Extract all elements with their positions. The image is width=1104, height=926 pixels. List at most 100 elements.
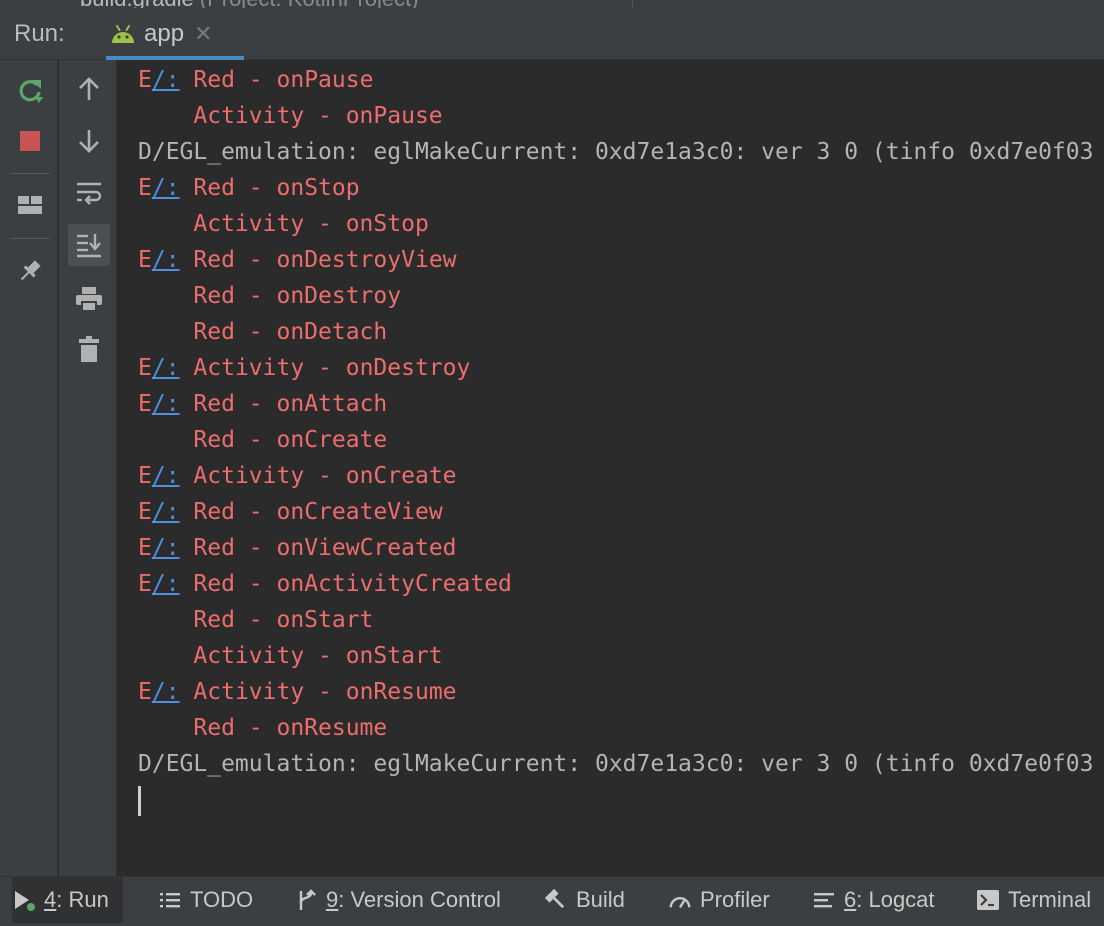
log-message: Red - onResume [193, 715, 388, 741]
log-level: E [138, 391, 152, 417]
tool-tab-terminal[interactable]: Terminal [976, 877, 1091, 923]
tool-tab-todo-label: TODO [190, 887, 254, 912]
stop-icon [20, 131, 40, 151]
list-icon [158, 888, 182, 912]
rerun-icon [19, 80, 43, 103]
run-tool-window: { "editor_tab": { "label": "build.gradle… [0, 0, 1104, 926]
tool-tab-logcat[interactable]: 6: Logcat [812, 877, 935, 923]
log-level: E [138, 463, 152, 489]
close-icon[interactable]: ✕ [194, 23, 212, 45]
console-line: E/: Activity - onResume [138, 674, 1093, 710]
pin-icon [20, 260, 41, 281]
console-line: E/: Red - onCreateView [138, 494, 1093, 530]
console-line: Activity - onStart [138, 638, 1093, 674]
hammer-icon [544, 888, 568, 912]
soft-wrap-icon [77, 182, 102, 205]
run-play-icon [12, 888, 36, 912]
log-message: Red - onDestroyView [193, 247, 457, 273]
divider [632, 0, 633, 8]
log-message: Red - onViewCreated [193, 535, 457, 561]
console-output[interactable]: E/: Red - onPause Activity - onPause D/EG… [118, 60, 1104, 876]
console-lines: E/: Red - onPause Activity - onPause D/EG… [138, 62, 1093, 782]
console-line: Red - onStart [138, 602, 1093, 638]
console-line: E/: Activity - onDestroy [138, 350, 1093, 386]
stop-button[interactable] [9, 120, 51, 162]
toolbar-separator [10, 238, 50, 239]
tool-tab-todo[interactable]: TODO [158, 877, 253, 923]
tool-tab-run-num: 4 [44, 887, 57, 912]
soft-wrap-button[interactable] [68, 172, 110, 214]
tool-window-bar: 4: Run TODO 9: Version Control Build Pro… [0, 876, 1104, 926]
print-button[interactable] [68, 278, 110, 320]
log-tag-link[interactable]: /: [152, 247, 180, 273]
log-message: Red - onDetach [193, 319, 388, 345]
console-line: D/EGL_emulation: eglMakeCurrent: 0xd7e1a… [138, 746, 1093, 782]
log-level: E [138, 175, 152, 201]
log-level: E [138, 499, 152, 525]
console-line: Red - onDetach [138, 314, 1093, 350]
pin-tab-button[interactable] [9, 250, 51, 292]
editor-tab-build-gradle[interactable]: build.gradle (Project: KotlinProject) [80, 0, 419, 8]
log-message: Activity - onResume [193, 679, 457, 705]
console-line: D/EGL_emulation: eglMakeCurrent: 0xd7e1a… [138, 134, 1093, 170]
log-tag-link[interactable]: /: [152, 463, 180, 489]
tool-tab-profiler[interactable]: Profiler [668, 877, 770, 923]
text-cursor [138, 786, 141, 816]
clear-all-button[interactable] [68, 328, 110, 370]
log-tag-link[interactable]: /: [152, 355, 180, 381]
log-level: E [138, 247, 152, 273]
tool-tab-build-label: Build [576, 887, 625, 912]
tool-tab-profiler-label: Profiler [700, 887, 770, 912]
run-header: Run: app ✕ [0, 8, 1104, 60]
tool-tab-vcs-num: 9 [326, 887, 339, 912]
log-tag-link[interactable]: /: [152, 499, 180, 525]
console-line: E/: Red - onStop [138, 170, 1093, 206]
console-line: Activity - onPause [138, 98, 1093, 134]
log-message: Red - onStart [193, 607, 374, 633]
tab-app[interactable]: app ✕ [104, 8, 244, 60]
log-tag-link[interactable]: /: [152, 67, 180, 93]
console-line: E/: Activity - onCreate [138, 458, 1093, 494]
console-line: E/: Red - onDestroyView [138, 242, 1093, 278]
rerun-button[interactable] [9, 70, 51, 112]
scroll-to-end-icon [77, 234, 101, 258]
tool-tab-run-label: : Run [56, 887, 109, 912]
scroll-to-end-button[interactable] [68, 224, 110, 266]
tool-tab-build[interactable]: Build [544, 877, 625, 923]
log-message: Activity - onDestroy [193, 355, 471, 381]
arrow-up-icon [79, 77, 99, 100]
editor-tab-strip: build.gradle (Project: KotlinProject) [0, 0, 1104, 8]
editor-tab-project: (Project: KotlinProject) [200, 0, 419, 8]
log-message: Activity - onPause [193, 103, 443, 129]
tool-tab-vcs-label: : Version Control [338, 887, 501, 912]
console-line: Red - onCreate [138, 422, 1093, 458]
restore-layout-button[interactable] [9, 184, 51, 226]
android-icon [112, 25, 134, 43]
console-line: Activity - onStop [138, 206, 1093, 242]
vcs-icon [294, 888, 318, 912]
log-tag-link[interactable]: /: [152, 571, 180, 597]
run-toolbar-primary [0, 60, 58, 876]
printer-icon [76, 287, 102, 312]
tool-tab-version-control[interactable]: 9: Version Control [294, 877, 501, 923]
log-message: Red - onStop [193, 175, 360, 201]
down-stack-button[interactable] [68, 120, 110, 162]
terminal-icon [976, 888, 1000, 912]
log-level: E [138, 67, 152, 93]
log-tag-link[interactable]: /: [152, 679, 180, 705]
editor-tab-label: build.gradle [80, 0, 194, 8]
up-stack-button[interactable] [68, 68, 110, 110]
log-level: E [138, 355, 152, 381]
console-line: Red - onDestroy [138, 278, 1093, 314]
log-message: Activity - onStop [193, 211, 429, 237]
toolbar-separator [10, 173, 50, 174]
log-tag-link[interactable]: /: [152, 535, 180, 561]
log-message: Red - onPause [193, 67, 374, 93]
tool-tab-logcat-num: 6 [844, 887, 857, 912]
log-level: E [138, 571, 152, 597]
log-level: E [138, 679, 152, 705]
log-tag-link[interactable]: /: [152, 175, 180, 201]
tool-tab-run[interactable]: 4: Run [12, 877, 123, 923]
log-tag-link[interactable]: /: [152, 391, 180, 417]
layout-icon [18, 196, 42, 214]
